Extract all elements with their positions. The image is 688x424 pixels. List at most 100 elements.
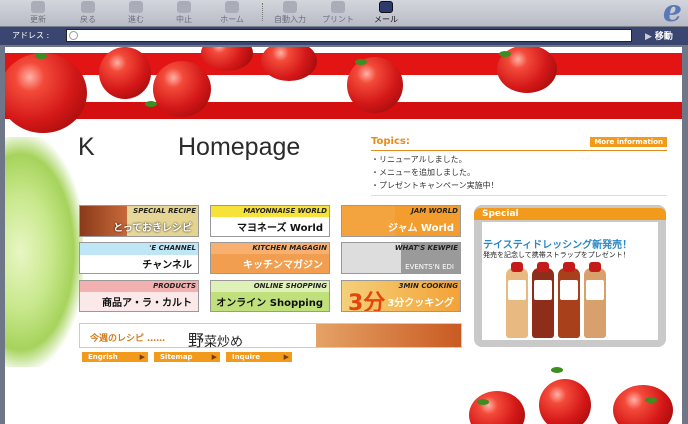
tile-subtitle: SPECIAL RECIPE [133, 207, 196, 215]
print-button[interactable]: プリント [316, 0, 360, 26]
special-promo[interactable]: テイスティドレッシング新発売！ 発売を記念して携帯ストラップをプレゼント！ [482, 222, 658, 340]
special-title: テイスティドレッシング新発売！ [483, 240, 633, 251]
tile-subtitle: MAYONNAISE WORLD [243, 207, 327, 215]
go-button[interactable]: ▶ 移動 [645, 29, 673, 42]
stop-icon [177, 1, 191, 13]
weekly-recipe-name: 野菜炒め [188, 327, 243, 351]
tomato-stem [35, 53, 47, 59]
tomato-image [347, 57, 403, 113]
back-button[interactable]: 戻る [66, 0, 110, 26]
menu-kitchen-magazine[interactable]: KITCHEN MAGAGIN キッチンマガジン [210, 242, 330, 274]
stop-button[interactable]: 中止 [162, 0, 206, 26]
page-title-left: K [78, 133, 95, 161]
english-link[interactable]: Engrish ▶ [82, 352, 148, 362]
sitemap-link[interactable]: Sitemap ▶ [154, 352, 220, 362]
menu-special-recipe[interactable]: SPECIAL RECIPE とっておきレシピ [79, 205, 199, 237]
menu-mayonnaise-world[interactable]: MAYONNAISE WORLD マヨネーズ World [210, 205, 330, 237]
autofill-icon [283, 1, 297, 13]
mail-icon [379, 1, 393, 13]
tile-label: EVENTS'N EDI [405, 263, 454, 271]
tile-label: ジャム World [387, 223, 454, 234]
banner-stripe-lower [5, 102, 682, 119]
tomato-image [5, 53, 87, 133]
web-page: K Homepage Topics: More information ・リニュ… [5, 47, 682, 424]
address-label: アドレス : [12, 31, 50, 40]
tile-label: キッチンマガジン [243, 260, 323, 271]
tomato-stem [645, 397, 657, 403]
dressing-bottle-image [558, 262, 580, 338]
go-arrow-icon: ▶ [645, 32, 652, 42]
link-label: Engrish [88, 353, 118, 361]
recipe-name-kanji: 野 [188, 331, 205, 350]
tile-subtitle: PRODUCTS [153, 282, 196, 290]
tomato-image [539, 379, 591, 424]
forward-button[interactable]: 進む [114, 0, 158, 26]
address-input[interactable] [66, 29, 632, 42]
menu-whats-kewpie[interactable]: WHAT'S KEWPIE EVENTS'N EDI [341, 242, 461, 274]
page-icon [69, 31, 78, 40]
tomato-image [469, 391, 525, 424]
menu-products[interactable]: PRODUCTS 商品ア・ラ・カルト [79, 280, 199, 312]
forward-arrow-icon [129, 1, 143, 13]
menu-jam-world[interactable]: JAM WORLD ジャム World [341, 205, 461, 237]
autofill-button[interactable]: 自動入力 [268, 0, 312, 26]
address-bar: アドレス : ▶ 移動 [0, 27, 688, 45]
tile-subtitle: 'E CHANNEL [149, 244, 196, 252]
tile-subtitle: WHAT'S KEWPIE [394, 244, 458, 252]
tile-subtitle: JAM WORLD [411, 207, 458, 215]
arrow-icon: ▶ [139, 353, 145, 361]
back-arrow-icon [81, 1, 95, 13]
inquire-link[interactable]: Inquire ▶ [226, 352, 292, 362]
go-label: 移動 [654, 32, 673, 42]
tomato-image [99, 47, 151, 99]
tile-subtitle: 3MIN COOKING [398, 282, 458, 290]
tile-label: 商品ア・ラ・カルト [102, 298, 192, 309]
weekly-recipe-label: 今週のレシピ …… [90, 334, 166, 344]
menu-online-shopping[interactable]: ONLINE SHOPPING オンライン Shopping [210, 280, 330, 312]
print-icon [331, 1, 345, 13]
tomato-stem [499, 51, 511, 57]
mail-button[interactable]: メール [364, 0, 408, 26]
tile-label: チャンネル [142, 260, 192, 271]
tomato-stem [145, 101, 157, 107]
special-subtitle: 発売を記念して携帯ストラップをプレゼント！ [483, 251, 630, 259]
topics-divider [371, 195, 667, 196]
tomato-image [153, 61, 211, 117]
recipe-name-rest: 菜炒め [204, 335, 244, 350]
topic-item: ・リニューアルしました。 [371, 155, 467, 164]
dressing-bottle-image [532, 262, 554, 338]
tomato-image [261, 47, 317, 81]
browser-toolbar: 更新 戻る 進む 中止 ホーム 自動入力 プリント メール e [0, 0, 688, 29]
tile-label: とっておきレシピ [113, 223, 192, 234]
weekly-recipe-banner[interactable]: 今週のレシピ …… 野菜炒め [79, 323, 462, 351]
menu-channel[interactable]: 'E CHANNEL チャンネル [79, 242, 199, 274]
arrow-icon: ▶ [283, 353, 289, 361]
tomato-banner [5, 47, 682, 133]
tomato-stem [477, 399, 489, 405]
topics-title: Topics: [371, 136, 410, 147]
lettuce-image [5, 137, 83, 367]
dressing-bottle-image [584, 262, 606, 338]
special-header: Special [474, 208, 666, 220]
arrow-icon: ▶ [211, 353, 217, 361]
tomato-stem [355, 59, 367, 65]
more-information-button[interactable]: More information [590, 137, 667, 147]
tomato-stem [551, 367, 563, 373]
dressing-bottle-image [506, 262, 528, 338]
topic-item: ・プレゼントキャンペーン実施中！ [371, 181, 499, 190]
tile-label: 3分クッキング [387, 298, 454, 309]
special-box: Special テイスティドレッシング新発売！ 発売を記念して携帯ストラップをプ… [474, 205, 666, 347]
browser-logo-icon: e [662, 0, 682, 29]
refresh-icon [31, 1, 45, 13]
refresh-button[interactable]: 更新 [16, 0, 60, 26]
link-label: Inquire [232, 353, 261, 361]
home-button[interactable]: ホーム [210, 0, 254, 26]
page-title-right: Homepage [178, 133, 301, 161]
menu-3min-cooking[interactable]: 3分 3MIN COOKING 3分クッキング [341, 280, 461, 312]
tile-label: マヨネーズ World [236, 223, 323, 234]
tomato-image [613, 385, 673, 424]
link-label: Sitemap [160, 353, 193, 361]
topics-header: Topics: More information [371, 136, 667, 151]
tile-subtitle: KITCHEN MAGAGIN [252, 244, 327, 252]
topic-item: ・メニューを追加しました。 [371, 168, 475, 177]
